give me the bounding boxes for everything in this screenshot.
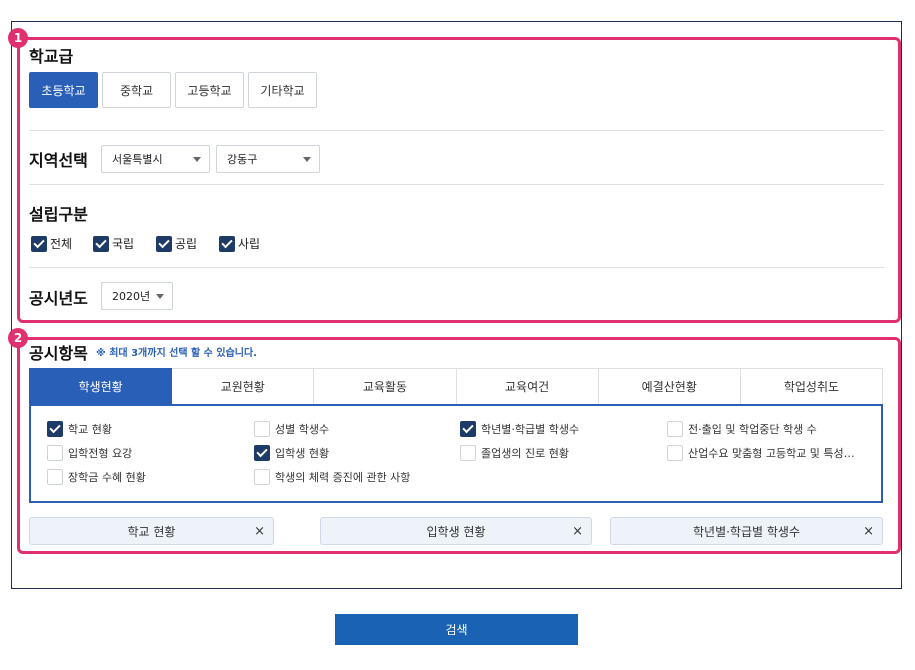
item-school-status-checkbox[interactable]: 학교 현황 <box>47 421 112 437</box>
divider <box>29 130 884 131</box>
checkbox-unchecked-icon <box>667 445 683 461</box>
city-select[interactable]: 서울특별시 <box>101 145 210 173</box>
year-title: 공시년도 <box>29 289 88 308</box>
search-button[interactable]: 검색 <box>335 614 578 645</box>
checkbox-unchecked-icon <box>47 469 63 485</box>
chevron-down-icon <box>193 157 201 162</box>
checkbox-unchecked-icon <box>47 445 63 461</box>
checkbox-label: 국립 <box>112 237 135 251</box>
establishment-public-checkbox[interactable]: 공립 <box>156 235 197 252</box>
item-label: 입학생 현황 <box>275 447 330 460</box>
checkbox-unchecked-icon <box>667 421 683 437</box>
checkbox-unchecked-icon <box>460 445 476 461</box>
checkbox-checked-icon <box>47 421 63 437</box>
checkbox-checked-icon <box>254 445 270 461</box>
checkbox-checked-icon <box>460 421 476 437</box>
establishment-private-checkbox[interactable]: 사립 <box>219 235 260 252</box>
selected-chip: 입학생 현황 × <box>320 517 592 545</box>
tab-budget-status[interactable]: 예결산현황 <box>598 368 741 405</box>
item-label: 졸업생의 진로 현황 <box>481 447 569 460</box>
chevron-down-icon <box>156 294 164 299</box>
chip-label: 학교 현황 <box>127 524 176 539</box>
checkbox-unchecked-icon <box>254 421 270 437</box>
year-select[interactable]: 2020년 <box>101 282 173 310</box>
item-label: 학년별·학급별 학생수 <box>481 423 580 436</box>
item-scholarship-checkbox[interactable]: 장학금 수혜 현황 <box>47 469 146 485</box>
school-level-high-button[interactable]: 고등학교 <box>175 72 244 108</box>
tab-education-conditions[interactable]: 교육여건 <box>456 368 599 405</box>
item-transfer-dropout-checkbox[interactable]: 전·출입 및 학업중단 학생 수 <box>667 421 817 437</box>
tab-academic-achievement[interactable]: 학업성취도 <box>740 368 884 405</box>
items-title: 공시항목 <box>29 344 88 363</box>
item-label: 성별 학생수 <box>275 423 330 436</box>
checkbox-checked-icon <box>219 235 235 252</box>
max-selection-note: ※ 최대 3개까지 선택 할 수 있습니다. <box>96 348 257 359</box>
checkbox-label: 사립 <box>238 237 261 251</box>
district-select-value: 강동구 <box>227 153 258 166</box>
item-options-panel: 학교 현황 성별 학생수 학년별·학급별 학생수 전·출입 및 학업중단 학생 … <box>29 404 883 503</box>
close-icon[interactable]: × <box>254 524 265 539</box>
school-level-title: 학교급 <box>29 47 74 66</box>
item-label: 입학전형 요강 <box>68 447 133 460</box>
divider <box>29 184 884 185</box>
city-select-value: 서울특별시 <box>112 153 163 166</box>
school-level-other-button[interactable]: 기타학교 <box>248 72 317 108</box>
establishment-all-checkbox[interactable]: 전체 <box>31 235 72 252</box>
item-label: 장학금 수혜 현황 <box>68 471 146 484</box>
category-tabs: 학생현황 교원현황 교육활동 교육여건 예결산현황 학업성취도 <box>29 368 884 405</box>
badge-2: 2 <box>8 328 28 348</box>
region-title: 지역선택 <box>29 151 88 170</box>
tab-education-activity[interactable]: 교육활동 <box>314 368 457 405</box>
item-students-by-gender-checkbox[interactable]: 성별 학생수 <box>254 421 329 437</box>
item-label: 산업수요 맞춤형 고등학교 및 특성… <box>688 447 855 460</box>
close-icon[interactable]: × <box>572 524 583 539</box>
item-admission-guide-checkbox[interactable]: 입학전형 요강 <box>47 445 132 461</box>
district-select[interactable]: 강동구 <box>216 145 320 173</box>
checkbox-label: 전체 <box>50 237 73 251</box>
item-label: 학교 현황 <box>68 423 112 436</box>
establishment-national-checkbox[interactable]: 국립 <box>93 235 134 252</box>
school-level-elementary-button[interactable]: 초등학교 <box>29 72 98 108</box>
chevron-down-icon <box>303 157 311 162</box>
item-label: 전·출입 및 학업중단 학생 수 <box>688 423 817 436</box>
badge-1: 1 <box>8 28 28 48</box>
item-label: 학생의 체력 증진에 관한 사항 <box>275 471 411 484</box>
close-icon[interactable]: × <box>863 524 874 539</box>
checkbox-checked-icon <box>93 235 109 252</box>
establishment-title: 설립구분 <box>29 205 88 224</box>
checkbox-checked-icon <box>156 235 172 252</box>
chip-label: 학년별·학급별 학생수 <box>693 524 800 539</box>
tab-teacher-status[interactable]: 교원현황 <box>172 368 315 405</box>
year-select-value: 2020년 <box>112 290 151 303</box>
checkbox-unchecked-icon <box>254 469 270 485</box>
selected-chip: 학교 현황 × <box>29 517 274 545</box>
checkbox-label: 공립 <box>175 237 198 251</box>
selected-chip: 학년별·학급별 학생수 × <box>610 517 883 545</box>
divider <box>29 267 884 268</box>
chip-label: 입학생 현황 <box>426 524 486 539</box>
item-graduate-career-checkbox[interactable]: 졸업생의 진로 현황 <box>460 445 569 461</box>
item-students-by-grade-checkbox[interactable]: 학년별·학급별 학생수 <box>460 421 579 437</box>
item-freshman-status-checkbox[interactable]: 입학생 현황 <box>254 445 329 461</box>
item-industry-demand-checkbox[interactable]: 산업수요 맞춤형 고등학교 및 특성… <box>667 445 855 461</box>
tab-student-status[interactable]: 학생현황 <box>29 368 173 405</box>
item-physical-fitness-checkbox[interactable]: 학생의 체력 증진에 관한 사항 <box>254 469 410 485</box>
checkbox-checked-icon <box>31 235 47 252</box>
school-level-middle-button[interactable]: 중학교 <box>102 72 171 108</box>
